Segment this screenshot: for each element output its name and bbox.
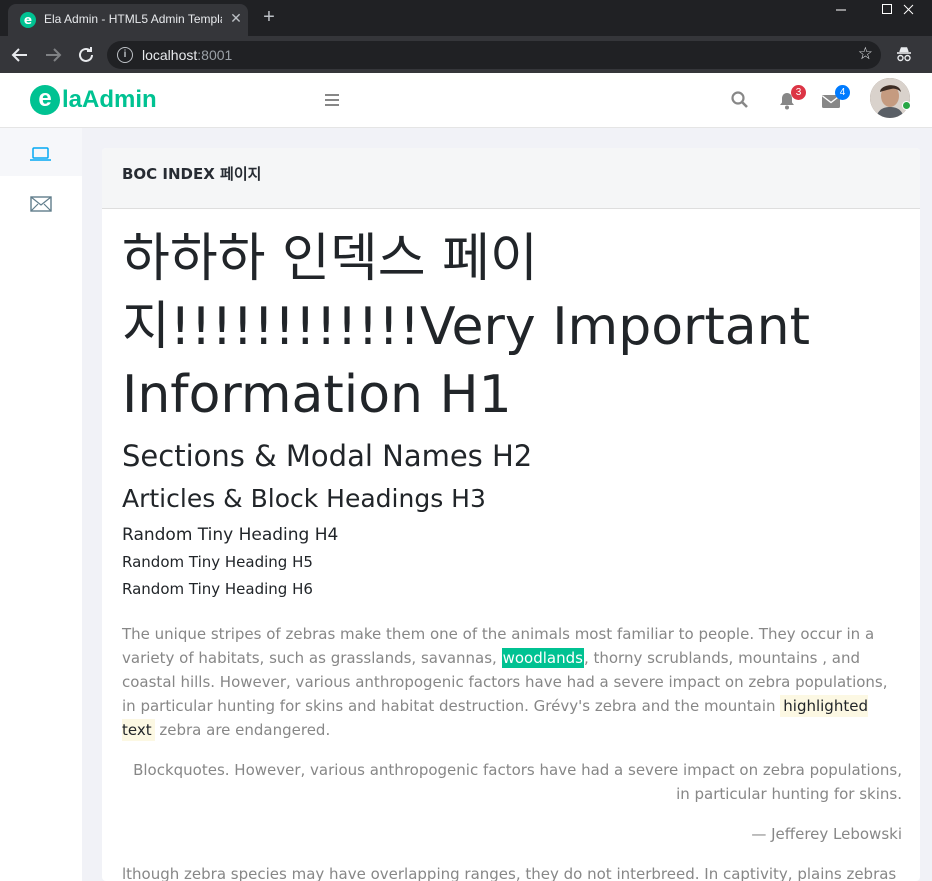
envelope-icon xyxy=(30,196,52,212)
messages-badge: 4 xyxy=(835,85,850,100)
bookmark-star-icon[interactable]: ☆ xyxy=(858,44,873,64)
address-bar[interactable]: i localhost:8001 ☆ xyxy=(107,41,881,69)
back-icon[interactable] xyxy=(8,43,32,67)
heading-h4: Random Tiny Heading H4 xyxy=(122,525,339,545)
favicon-icon: e xyxy=(20,12,36,28)
content-card: BOC INDEX 페이지 하하하 인덱스 페이지!!!!!!!!!!!!Ver… xyxy=(102,148,920,881)
heading-h5: Random Tiny Heading H5 xyxy=(122,553,313,571)
heading-h1: 하하하 인덱스 페이지!!!!!!!!!!!!Very Important In… xyxy=(122,229,810,425)
sidebar-item-mail[interactable] xyxy=(0,180,82,228)
heading-h6: Random Tiny Heading H6 xyxy=(122,580,313,598)
card-body: 하하하 인덱스 페이지!!!!!!!!!!!!Very Important In… xyxy=(122,223,902,881)
site-info-icon[interactable]: i xyxy=(117,47,133,63)
close-window-icon[interactable] xyxy=(886,0,932,20)
paragraph-2: lthough zebra species may have overlappi… xyxy=(122,865,897,881)
browser-toolbar: i localhost:8001 ☆ xyxy=(0,36,932,73)
forward-icon[interactable] xyxy=(41,43,65,67)
sidebar xyxy=(0,128,82,881)
notifications-badge: 3 xyxy=(791,85,806,100)
card-title: BOC INDEX 페이지 xyxy=(122,165,262,183)
tab-close-icon[interactable]: ✕ xyxy=(228,10,244,26)
menu-toggle-icon[interactable] xyxy=(322,91,342,111)
url-text: localhost:8001 xyxy=(142,47,233,63)
incognito-icon[interactable] xyxy=(893,44,915,66)
logo-text: laAdmin xyxy=(62,86,157,113)
tab-title: Ela Admin - HTML5 Admin Template xyxy=(44,12,222,26)
minimize-icon[interactable] xyxy=(818,0,864,20)
browser-tab-bar: e Ela Admin - HTML5 Admin Template ✕ + xyxy=(0,0,932,36)
laptop-icon xyxy=(30,147,51,161)
sidebar-item-dashboard[interactable] xyxy=(0,128,82,176)
reload-icon[interactable] xyxy=(74,43,98,67)
logo-mark: e xyxy=(30,85,60,115)
online-status-dot xyxy=(902,101,911,110)
browser-tab[interactable]: e Ela Admin - HTML5 Admin Template ✕ xyxy=(8,4,248,36)
app-header: e laAdmin xyxy=(0,73,932,128)
paragraph: The unique stripes of zebras make them o… xyxy=(122,625,888,741)
marked-text: woodlands xyxy=(501,648,584,668)
heading-h3: Articles & Block Headings H3 xyxy=(122,484,486,513)
blockquote-author: — Jefferey Lebowski xyxy=(751,825,902,843)
avatar[interactable] xyxy=(870,78,910,118)
blockquote: Blockquotes. However, various anthropoge… xyxy=(133,761,902,803)
new-tab-button[interactable]: + xyxy=(258,6,280,28)
search-icon[interactable] xyxy=(730,90,750,110)
card-header: BOC INDEX 페이지 xyxy=(102,148,920,209)
heading-h2: Sections & Modal Names H2 xyxy=(122,439,533,473)
